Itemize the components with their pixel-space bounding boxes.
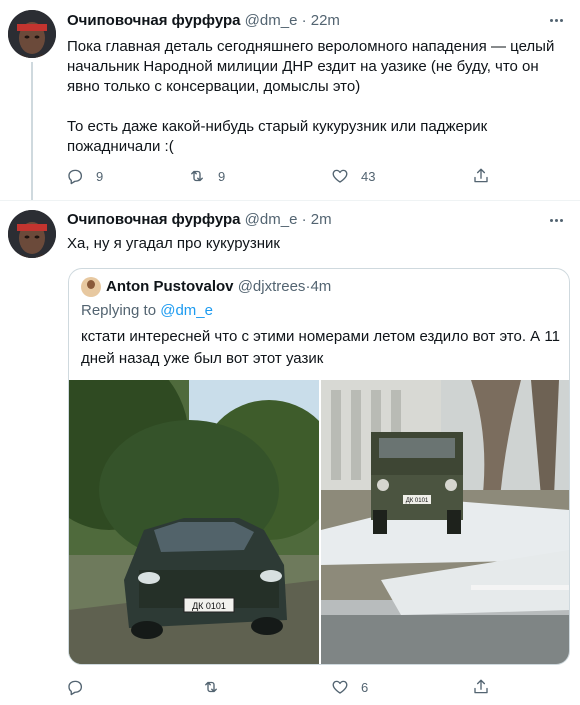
like-button[interactable]: 43	[331, 166, 375, 186]
plate-left-text: ДК 0101	[192, 601, 226, 611]
tweet-text: Пока главная деталь сегодняшнего веролом…	[67, 37, 567, 97]
tweet-text-line: То есть даже какой-нибудь старый кукуруз…	[67, 118, 488, 135]
photo-uaz[interactable]: ДК 0101	[321, 380, 569, 664]
share-button[interactable]	[472, 166, 490, 186]
avatar-image	[8, 10, 56, 58]
tweet-actions: 6	[66, 677, 506, 697]
like-count: 43	[361, 168, 376, 184]
suv-photo-image: ДК 0101	[69, 380, 319, 664]
tweet[interactable]: Очиповочная фурфура @dm_e · 22m Пока гла…	[0, 0, 580, 200]
meta-separator: ·	[297, 12, 311, 29]
reply-icon	[68, 169, 83, 185]
replying-prefix: Replying to	[81, 302, 161, 319]
photo-grid: ДК 0101 ДК 0101	[69, 380, 569, 664]
quoted-tweet[interactable]: Anton Pustovalov @djxtrees · 4m Replying…	[68, 268, 570, 665]
more-icon[interactable]	[546, 212, 566, 228]
retweet-count: 9	[218, 168, 226, 184]
heart-icon	[332, 680, 348, 694]
quote-header: Anton Pustovalov @djxtrees · 4m	[81, 277, 331, 297]
photo-suv[interactable]: ДК 0101	[69, 380, 319, 664]
replying-to: Replying to @dm_e	[81, 301, 213, 321]
quote-avatar[interactable]	[81, 277, 101, 297]
heart-icon	[332, 169, 348, 183]
retweet-button[interactable]	[202, 677, 232, 697]
like-count: 6	[361, 679, 369, 695]
quote-text-line: кстати интересней что с этими номерами л…	[81, 328, 560, 345]
avatar[interactable]	[8, 210, 56, 258]
author-name[interactable]: Очиповочная фурфура	[67, 12, 240, 29]
tweet-actions: 9 9 43	[66, 166, 506, 186]
plate-right-text: ДК 0101	[406, 498, 429, 504]
quote-author-name[interactable]: Anton Pustovalov	[106, 277, 234, 297]
timestamp[interactable]: 2m	[311, 211, 332, 228]
like-button[interactable]: 6	[331, 677, 368, 697]
author-handle[interactable]: @dm_e	[245, 211, 298, 228]
reply-icon	[68, 680, 83, 696]
tweet-header: Очиповочная фурфура @dm_e · 2m	[67, 210, 332, 230]
retweet-icon	[205, 681, 217, 693]
quote-text: кстати интересней что с этими номерами л…	[81, 326, 563, 370]
tweet-header: Очиповочная фурфура @dm_e · 22m	[67, 11, 340, 31]
quote-text-line: дней назад уже был вот этот уазик	[81, 350, 324, 367]
meta-separator: ·	[297, 211, 311, 228]
thread-line	[31, 62, 33, 200]
quote-author-handle[interactable]: @djxtrees	[238, 277, 306, 297]
reply-button[interactable]	[66, 677, 96, 697]
timestamp[interactable]: 22m	[311, 12, 340, 29]
tweet[interactable]: Очиповочная фурфура @dm_e · 2m Ха, ну я …	[0, 200, 580, 705]
tweet-text-line: начальник Народной милиции ДНР ездит на …	[67, 58, 539, 75]
quote-timestamp[interactable]: 4m	[310, 277, 331, 297]
avatar-image	[8, 210, 56, 258]
uaz-photo-image: ДК 0101	[321, 380, 569, 664]
replying-mention[interactable]: @dm_e	[160, 302, 213, 319]
tweet-text-paragraph: То есть даже какой-нибудь старый кукуруз…	[67, 117, 567, 157]
tweet-text-line: пожадничали :(	[67, 138, 174, 155]
tweet-text-line: явно только с консервации, домыслы это)	[67, 78, 361, 95]
avatar[interactable]	[8, 10, 56, 58]
reply-button[interactable]: 9	[66, 166, 103, 186]
reply-count: 9	[96, 168, 104, 184]
more-icon[interactable]	[546, 12, 566, 28]
retweet-icon	[191, 170, 203, 182]
retweet-button[interactable]: 9	[188, 166, 225, 186]
share-icon	[474, 168, 488, 183]
tweet-text-line: Пока главная деталь сегодняшнего веролом…	[67, 38, 555, 55]
share-button[interactable]	[472, 677, 490, 697]
share-icon	[474, 679, 488, 694]
tweet-text: Ха, ну я угадал про кукурузник	[67, 235, 280, 252]
author-name[interactable]: Очиповочная фурфура	[67, 211, 240, 228]
author-handle[interactable]: @dm_e	[245, 12, 298, 29]
